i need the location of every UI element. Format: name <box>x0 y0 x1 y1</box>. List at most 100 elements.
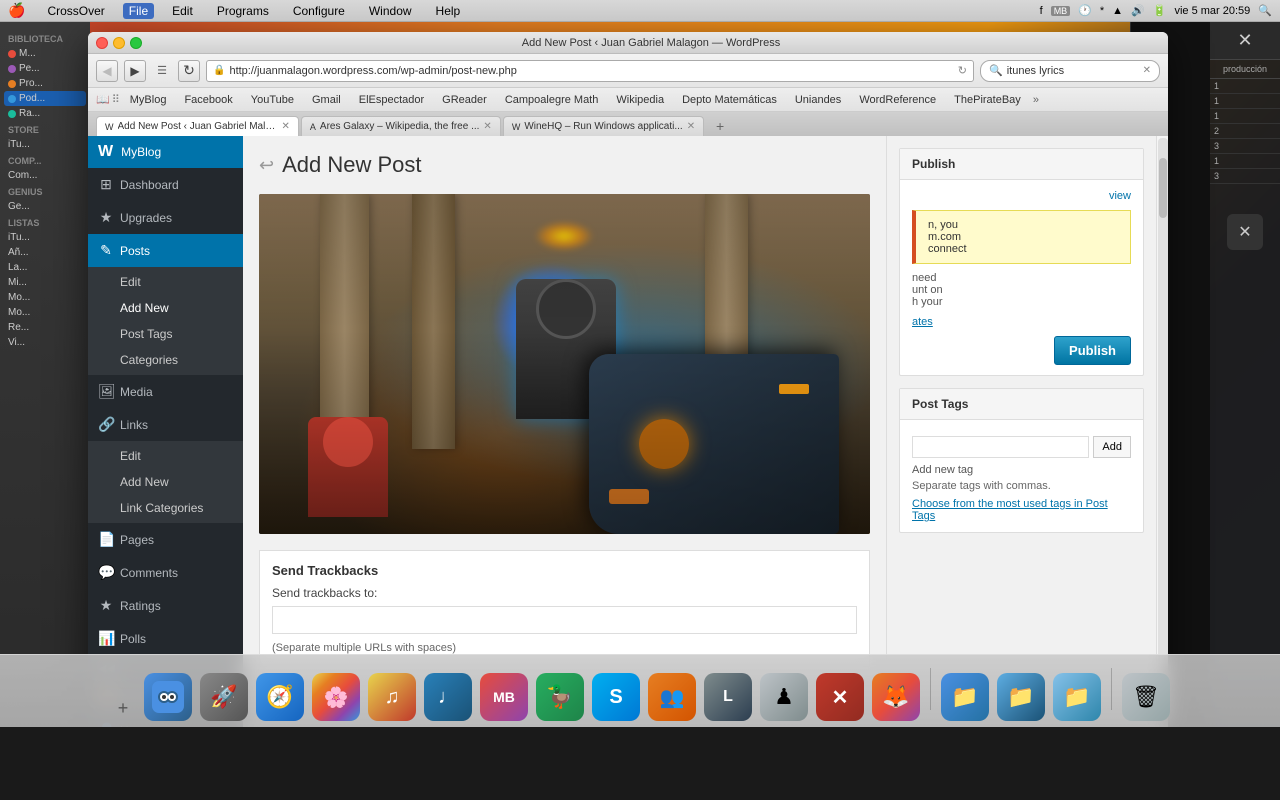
reading-list-icon[interactable]: 📖 <box>96 93 110 106</box>
sidebar-item-dashboard[interactable]: ⊞ Dashboard <box>88 168 243 201</box>
reload-button[interactable]: ↻ <box>178 60 200 82</box>
bookmark-gmail[interactable]: Gmail <box>304 92 349 108</box>
dock-musescore[interactable]: ♩ <box>422 671 474 723</box>
dock-itunes[interactable]: ♫ <box>366 671 418 723</box>
dock-add-button[interactable]: + <box>108 671 138 723</box>
itunes-store[interactable]: iTu... <box>4 137 86 152</box>
bookmark-facebook[interactable]: Facebook <box>176 92 240 108</box>
itunes-list3[interactable]: La... <box>4 260 86 275</box>
dock-chess[interactable]: ♟ <box>758 671 810 723</box>
itunes-comp[interactable]: Com... <box>4 168 86 183</box>
itunes-list6[interactable]: Mo... <box>4 305 86 320</box>
links-add-new[interactable]: Add New <box>88 469 243 495</box>
scroll-track[interactable] <box>1158 138 1168 727</box>
close-button[interactable] <box>96 37 108 49</box>
tab-wordpress[interactable]: W Add New Post ‹ Juan Gabriel Mala... ✕ <box>96 116 299 136</box>
itunes-music[interactable]: M... <box>4 46 86 61</box>
back-button[interactable]: ◀ <box>96 60 118 82</box>
reader-button[interactable]: ☰ <box>152 61 172 81</box>
tab-close-wine[interactable]: ✕ <box>687 121 695 132</box>
dock-finder[interactable] <box>142 671 194 723</box>
rates-anchor[interactable]: ates <box>912 316 933 328</box>
sidebar-item-media[interactable]: 🖼 Media <box>88 375 243 408</box>
sidebar-item-links[interactable]: 🔗 Links <box>88 408 243 441</box>
publish-button[interactable]: Publish <box>1054 336 1131 365</box>
address-bar[interactable]: 🔒 http://juanmalagon.wordpress.com/wp-ad… <box>206 60 974 82</box>
dock-skype[interactable]: S <box>590 671 642 723</box>
tag-input[interactable] <box>912 436 1089 458</box>
bookmark-elespectador[interactable]: ElEspectador <box>351 92 432 108</box>
tab-winehq[interactable]: W WineHQ – Run Windows applicati... ✕ <box>503 116 704 136</box>
tag-add-button[interactable]: Add <box>1093 436 1131 458</box>
tab-ares[interactable]: A Ares Galaxy – Wikipedia, the free ... … <box>301 116 501 136</box>
dock-photos[interactable]: 🌸 <box>310 671 362 723</box>
menu-configure[interactable]: Configure <box>287 3 351 19</box>
itunes-list5[interactable]: Mo... <box>4 290 86 305</box>
menu-edit[interactable]: Edit <box>166 3 199 19</box>
trackbacks-input[interactable] <box>272 606 857 634</box>
sidebar-item-pages[interactable]: 📄 Pages <box>88 523 243 556</box>
sidebar-item-upgrades[interactable]: ★ Upgrades <box>88 201 243 234</box>
search-clear-icon[interactable]: ✕ <box>1143 65 1151 76</box>
itunes-list7[interactable]: Re... <box>4 320 86 335</box>
itunes-list1[interactable]: iTu... <box>4 230 86 245</box>
forward-button[interactable]: ▶ <box>124 60 146 82</box>
bookmarks-more[interactable]: » <box>1033 94 1039 106</box>
search-menu-icon[interactable]: 🔍 <box>1258 4 1272 17</box>
dock-trash[interactable]: 🗑 <box>1120 671 1172 723</box>
sidebar-item-comments[interactable]: 💬 Comments <box>88 556 243 589</box>
itunes-podcasts[interactable]: Pe... <box>4 61 86 76</box>
browser-scrollbar[interactable] <box>1156 136 1168 727</box>
dock-folder2[interactable]: 📁 <box>995 671 1047 723</box>
sidebar-item-polls[interactable]: 📊 Polls <box>88 622 243 655</box>
myblog-link[interactable]: MyBlog <box>121 145 161 159</box>
menu-file[interactable]: File <box>123 3 154 19</box>
bookmark-youtube[interactable]: YouTube <box>243 92 302 108</box>
dock-adium[interactable]: 🦆 <box>534 671 586 723</box>
dock-folder3[interactable]: 📁 <box>1051 671 1103 723</box>
itunes-selected[interactable]: Pod... <box>4 91 86 106</box>
scroll-thumb[interactable] <box>1159 158 1167 218</box>
posts-edit[interactable]: Edit <box>88 269 243 295</box>
tab-close-ares[interactable]: ✕ <box>483 121 491 132</box>
menu-crossover[interactable]: CrossOver <box>41 3 110 19</box>
dock-groups[interactable]: 👥 <box>646 671 698 723</box>
bookmark-myblog[interactable]: MyBlog <box>122 92 175 108</box>
bookmark-uniandes[interactable]: Uniandes <box>787 92 849 108</box>
bookmark-wikipedia[interactable]: Wikipedia <box>608 92 672 108</box>
sidebar-item-posts[interactable]: ✎ Posts <box>88 234 243 267</box>
new-tab-button[interactable]: + <box>710 116 730 136</box>
menu-programs[interactable]: Programs <box>211 3 275 19</box>
itunes-ra[interactable]: Ra... <box>4 106 86 121</box>
bookmark-depto[interactable]: Depto Matemáticas <box>674 92 785 108</box>
view-link[interactable]: view <box>1109 190 1131 202</box>
search-bar[interactable]: 🔍 itunes lyrics ✕ <box>980 60 1160 82</box>
itunes-genius[interactable]: Ge... <box>4 199 86 214</box>
minimize-button[interactable] <box>113 37 125 49</box>
links-categories[interactable]: Link Categories <box>88 495 243 521</box>
itunes-list8[interactable]: Vi... <box>4 335 86 350</box>
apple-menu[interactable]: 🍎 <box>8 2 25 19</box>
links-edit[interactable]: Edit <box>88 443 243 469</box>
itunes-list4[interactable]: Mi... <box>4 275 86 290</box>
bookmark-greader[interactable]: GReader <box>434 92 495 108</box>
dock-folder1[interactable]: 📁 <box>939 671 991 723</box>
tags-panel-header[interactable]: Post Tags <box>900 389 1143 420</box>
dock-safari[interactable]: 🧭 <box>254 671 306 723</box>
dock-launchpad[interactable]: 🚀 <box>198 671 250 723</box>
menu-help[interactable]: Help <box>430 3 467 19</box>
most-used-tags-link[interactable]: Choose from the most used tags in Post T… <box>912 498 1108 522</box>
dock-firefox[interactable]: 🦊 <box>870 671 922 723</box>
dock-latex[interactable]: L <box>702 671 754 723</box>
dock-crossover[interactable]: ✕ <box>814 671 866 723</box>
posts-tags[interactable]: Post Tags <box>88 321 243 347</box>
itunes-radio[interactable]: Pro... <box>4 76 86 91</box>
bookmark-campoalegre[interactable]: Campoalegre Math <box>497 92 607 108</box>
maximize-button[interactable] <box>130 37 142 49</box>
tab-close-wp[interactable]: ✕ <box>282 121 290 132</box>
bookmark-wordreference[interactable]: WordReference <box>851 92 944 108</box>
apps-icon[interactable]: ⠿ <box>112 93 120 106</box>
itunes-list2[interactable]: Añ... <box>4 245 86 260</box>
sidebar-item-ratings[interactable]: ★ Ratings <box>88 589 243 622</box>
posts-add-new[interactable]: Add New <box>88 295 243 321</box>
